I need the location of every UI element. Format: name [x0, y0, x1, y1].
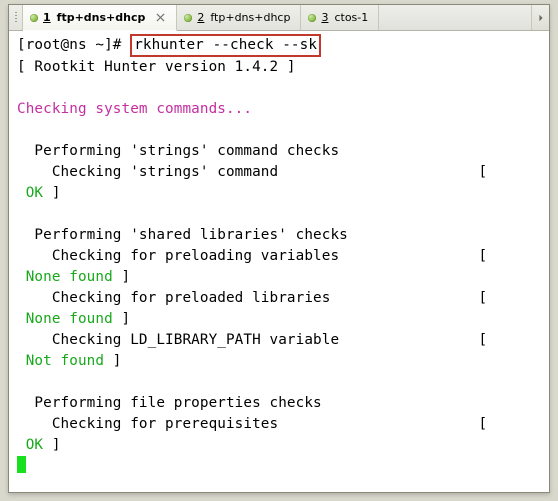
- output-line: Checking 'strings' command [: [17, 164, 487, 180]
- tabbar-scroll-right[interactable]: [531, 5, 549, 30]
- tab-label: ftp+dns+dhcp: [210, 11, 290, 24]
- output-line: Checking for preloaded libraries [: [17, 290, 487, 306]
- output-line: ]: [113, 269, 130, 285]
- tab-1[interactable]: 1 ftp+dns+dhcp: [23, 5, 177, 31]
- output-line: ]: [43, 185, 60, 201]
- tab-label: ctos-1: [334, 11, 368, 24]
- status-dot-icon: [30, 14, 38, 22]
- tab-bar: 1 ftp+dns+dhcp 2 ftp+dns+dhcp 3 ctos-1: [9, 5, 549, 31]
- status-ok: OK: [17, 437, 43, 453]
- prompt: [root@ns ~]#: [17, 37, 130, 53]
- status-dot-icon: [308, 14, 316, 22]
- output-line: Performing 'shared libraries' checks: [17, 227, 348, 243]
- tab-3[interactable]: 3 ctos-1: [301, 5, 379, 30]
- terminal-cursor: [17, 456, 26, 473]
- tab-2[interactable]: 2 ftp+dns+dhcp: [177, 5, 301, 30]
- tab-number: 3: [321, 11, 329, 24]
- output-line: Checking for preloading variables [: [17, 248, 487, 264]
- status-none-found: None found: [17, 311, 113, 327]
- output-line: Checking LD_LIBRARY_PATH variable [: [17, 332, 487, 348]
- section-header: Checking system commands...: [17, 101, 252, 117]
- output-line: Performing 'strings' command checks: [17, 143, 339, 159]
- output-line: ]: [104, 353, 121, 369]
- status-not-found: Not found: [17, 353, 104, 369]
- chevron-right-icon: [537, 14, 545, 22]
- version-line: [ Rootkit Hunter version 1.4.2 ]: [17, 59, 296, 75]
- status-none-found: None found: [17, 269, 113, 285]
- status-dot-icon: [184, 14, 192, 22]
- tab-number: 2: [197, 11, 205, 24]
- output-line: ]: [43, 437, 60, 453]
- status-ok: OK: [17, 185, 43, 201]
- terminal-window: 1 ftp+dns+dhcp 2 ftp+dns+dhcp 3 ctos-1 […: [8, 4, 550, 493]
- output-line: Checking for prerequisites [: [17, 416, 487, 432]
- command-highlighted: rkhunter --check --sk: [130, 34, 321, 57]
- tab-number: 1: [43, 11, 52, 24]
- output-line: Performing file properties checks: [17, 395, 322, 411]
- tab-close-button[interactable]: [154, 12, 166, 24]
- terminal-output[interactable]: [root@ns ~]# rkhunter --check --sk [ Roo…: [9, 31, 549, 492]
- output-line: ]: [113, 311, 130, 327]
- tabbar-drag-handle[interactable]: [9, 5, 23, 30]
- tab-label: ftp+dns+dhcp: [57, 11, 146, 24]
